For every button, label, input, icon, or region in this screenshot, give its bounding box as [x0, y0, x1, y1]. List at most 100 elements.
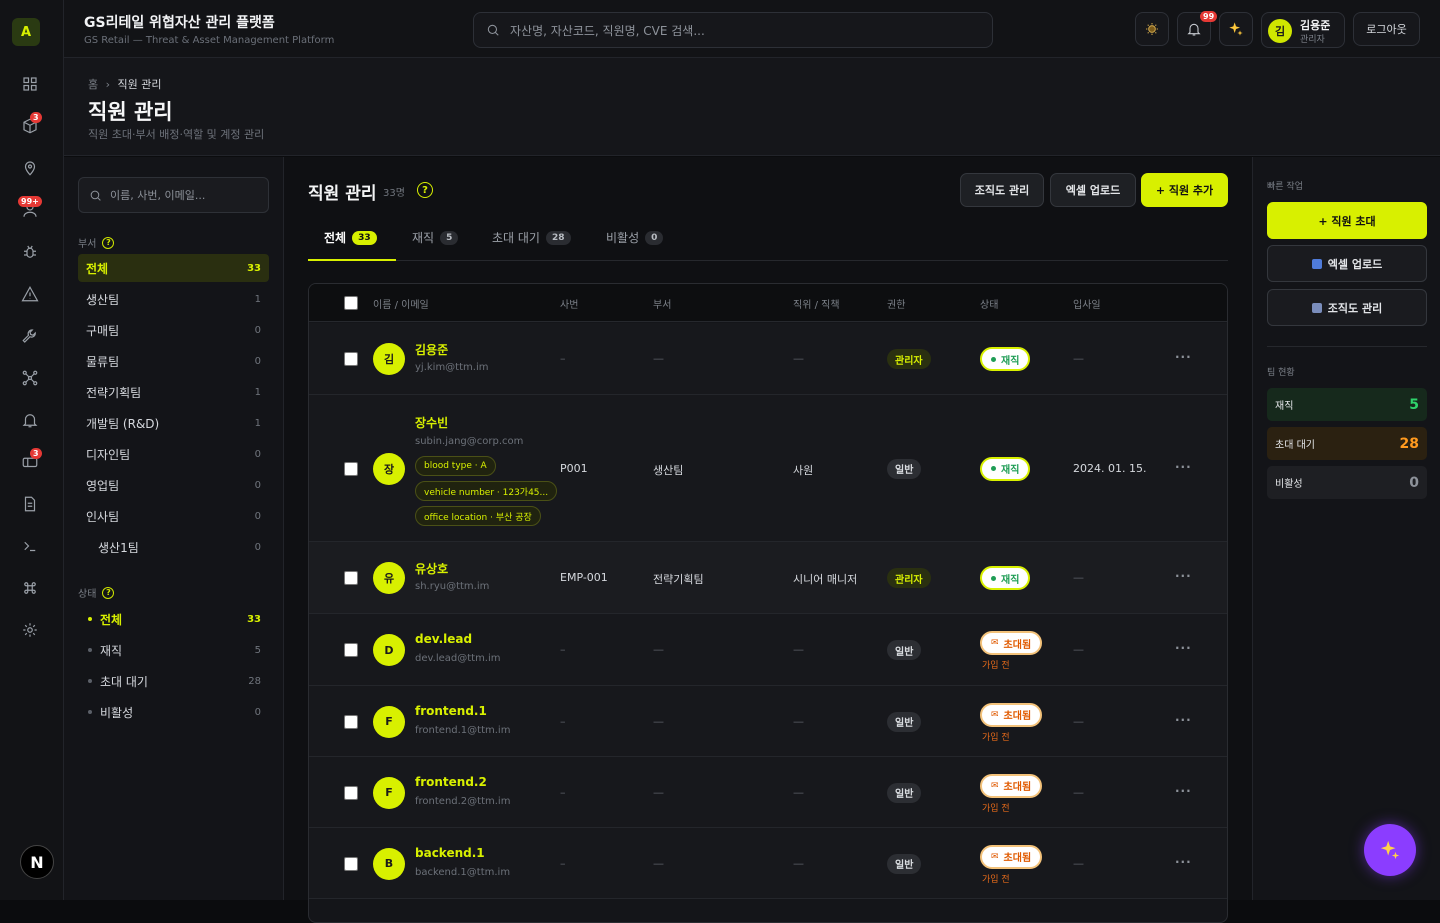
global-search-input[interactable]: 자산명, 자산코드, 직원명, CVE 검색... — [473, 12, 993, 48]
attribute-tag: blood type · A — [415, 456, 496, 476]
tab-3[interactable]: 비활성 0 — [606, 229, 664, 246]
bell-icon[interactable] — [18, 408, 42, 432]
quick-org-chart-button[interactable]: 조직도 관리 — [1267, 289, 1427, 326]
col-dept[interactable]: 부서 — [653, 296, 671, 311]
table-row[interactable]: 유 유상호 sh.ryu@ttm.im EMP-001 전략기획팀 시니어 매니저 — 관리자… — [309, 542, 1227, 614]
row-more-icon[interactable]: ··· — [1175, 460, 1192, 474]
status-text: 초대됨 — [1003, 639, 1032, 651]
breadcrumb-home[interactable]: 홈 — [88, 78, 98, 91]
table-header: 이름 / 이메일 사번 부서 직위 / 직책 권한 상태 입사일 — [309, 284, 1227, 322]
employee-name[interactable]: frontend.2 — [415, 775, 487, 789]
invite-employee-button[interactable]: + 직원 초대 — [1267, 202, 1427, 239]
col-position[interactable]: 직위 / 직책 — [793, 296, 840, 311]
col-name[interactable]: 이름 / 이메일 — [373, 296, 429, 311]
dept-item[interactable]: 디자인팀 0 — [78, 440, 269, 468]
row-checkbox[interactable] — [344, 714, 358, 729]
settings-icon[interactable] — [18, 618, 42, 642]
tab-label: 재직 — [412, 231, 435, 245]
employee-name[interactable]: 김용준 — [415, 341, 448, 358]
col-role[interactable]: 권한 — [887, 296, 905, 311]
dept-item[interactable]: 생산팀 1 — [78, 285, 269, 313]
team-stat-0[interactable]: 재직 5 — [1267, 388, 1427, 421]
row-checkbox[interactable] — [344, 856, 358, 871]
role-badge: 일반 — [887, 782, 922, 803]
row-checkbox[interactable] — [344, 461, 358, 476]
status-filter-item[interactable]: 전체 33 — [78, 605, 269, 633]
status-filter-item[interactable]: 비활성 0 — [78, 698, 269, 726]
tab-1[interactable]: 재직 5 — [412, 229, 459, 246]
bug-icon[interactable] — [18, 240, 42, 264]
ai-assistant-button[interactable] — [1219, 12, 1253, 46]
ai-fab-button[interactable] — [1364, 824, 1416, 876]
row-checkbox[interactable] — [344, 643, 358, 657]
row-more-icon[interactable]: ··· — [1175, 569, 1192, 583]
table-row[interactable]: Ffrontend.1 frontend.1@ttm.im – — — — 일반 ✉ 초대됨 가입… — [309, 686, 1227, 757]
dept-item[interactable]: 영업팀 0 — [78, 471, 269, 499]
table-row[interactable]: 김 김용준 yj.kim@ttm.im – — — — 관리자 재직 ··· — [309, 323, 1227, 395]
team-stat-1[interactable]: 초대 대기 28 — [1267, 427, 1427, 460]
location-icon[interactable] — [18, 156, 42, 180]
role-badge: 일반 — [887, 640, 922, 660]
status-filter-item[interactable]: 재직 5 — [78, 636, 269, 664]
add-employee-button[interactable]: + 직원 추가 — [1141, 173, 1228, 207]
people-icon[interactable]: 99+ — [18, 196, 42, 222]
org-chart-button[interactable]: 조직도 관리 — [960, 173, 1044, 207]
dept-item[interactable]: 구매팀 0 — [78, 316, 269, 344]
status-filter-item[interactable]: 초대 대기 28 — [78, 667, 269, 695]
brand[interactable]: GS리테일 위협자산 관리 플랫폼 GS Retail — Threat & A… — [84, 12, 334, 46]
logout-button[interactable]: 로그아웃 — [1353, 12, 1420, 46]
wrench-icon[interactable] — [18, 324, 42, 348]
row-checkbox[interactable] — [344, 785, 358, 800]
tab-0[interactable]: 전체 33 — [324, 229, 377, 246]
next-logo-icon[interactable]: N — [20, 845, 54, 879]
help-icon[interactable]: ? — [102, 236, 115, 249]
command-icon[interactable] — [18, 576, 42, 600]
select-all-checkbox[interactable] — [344, 296, 358, 310]
terminal-icon[interactable] — [18, 534, 42, 558]
table-row[interactable]: Ffrontend.2 frontend.2@ttm.im – — — — 일반 ✉ 초대됨 가입… — [309, 757, 1227, 828]
row-more-icon[interactable]: ··· — [1175, 784, 1192, 798]
table-row[interactable]: Ddev.lead dev.lead@ttm.im – — — — 일반 ✉ 초대됨 가입 전 ··… — [309, 614, 1227, 686]
help-icon[interactable]: ? — [102, 586, 115, 599]
table-row[interactable]: 장 장수빈 subin.jang@corp.com blood type · A veh… — [309, 395, 1227, 542]
dept-item[interactable]: 개발팀 (R&D) 1 — [78, 409, 269, 437]
document-icon[interactable] — [18, 492, 42, 516]
status-tabs: 전체 33 재직 5 초대 대기 28 비활성 0 — [308, 219, 1228, 261]
user-menu[interactable]: 김 김용준 관리자 — [1261, 12, 1345, 48]
quick-excel-upload-button[interactable]: 엑셀 업로드 — [1267, 245, 1427, 282]
employee-search-input[interactable]: 이름, 사번, 이메일... — [78, 177, 269, 213]
employee-name[interactable]: backend.1 — [415, 846, 485, 860]
excel-upload-button[interactable]: 엑셀 업로드 — [1050, 173, 1136, 207]
row-more-icon[interactable]: ··· — [1175, 855, 1192, 869]
table-row[interactable]: Bbackend.1 backend.1@ttm.im – — — — 일반 ✉ 초대됨 가입 전… — [309, 828, 1227, 899]
help-icon[interactable]: ? — [417, 182, 433, 198]
dashboard-icon[interactable] — [18, 72, 42, 96]
network-icon[interactable] — [18, 366, 42, 390]
ticket-icon[interactable]: 3 — [18, 448, 42, 474]
cube-icon[interactable]: 3 — [18, 112, 42, 138]
notifications-button[interactable]: 99 — [1177, 11, 1218, 46]
dept-item[interactable]: 생산1팀 0 — [78, 533, 269, 561]
tab-2[interactable]: 초대 대기 28 — [492, 229, 571, 246]
row-more-icon[interactable]: ··· — [1175, 713, 1192, 727]
employee-name[interactable]: 장수빈 — [415, 414, 448, 431]
dept-item[interactable]: 물류팀 0 — [78, 347, 269, 375]
sparkle-icon — [1229, 22, 1243, 36]
col-joined[interactable]: 입사일 — [1073, 296, 1101, 311]
employee-name[interactable]: frontend.1 — [415, 704, 487, 718]
row-more-icon[interactable]: ··· — [1175, 641, 1192, 655]
warning-icon[interactable] — [18, 282, 42, 306]
employee-name[interactable]: dev.lead — [415, 632, 472, 646]
theme-toggle-button[interactable] — [1135, 12, 1169, 46]
col-emp-no[interactable]: 사번 — [560, 296, 578, 311]
dept-item[interactable]: 전략기획팀 1 — [78, 378, 269, 406]
dept-item[interactable]: 인사팀 0 — [78, 502, 269, 530]
row-checkbox[interactable] — [344, 352, 358, 366]
row-more-icon[interactable]: ··· — [1175, 350, 1192, 364]
employee-name[interactable]: 유상호 — [415, 560, 448, 577]
team-stat-2[interactable]: 비활성 0 — [1267, 466, 1427, 499]
app-logo[interactable]: A — [12, 18, 40, 46]
col-status[interactable]: 상태 — [980, 296, 998, 311]
dept-item[interactable]: 전체 33 — [78, 254, 269, 282]
row-checkbox[interactable] — [344, 571, 358, 585]
